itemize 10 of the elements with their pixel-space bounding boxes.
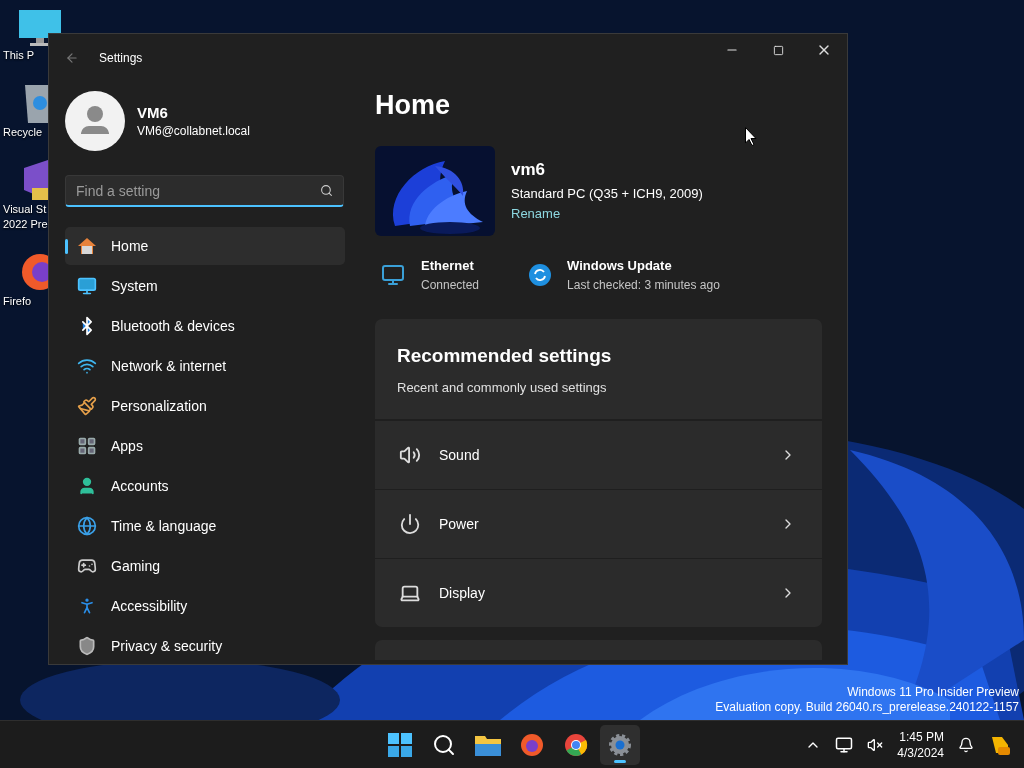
bell-icon[interactable]: [958, 736, 974, 753]
gear-icon: [608, 733, 632, 757]
clock[interactable]: 1:45 PM 4/3/2024: [897, 728, 944, 761]
chrome-icon: [564, 733, 588, 757]
search-icon: [432, 733, 456, 757]
folder-icon: [475, 734, 501, 756]
firefox-icon: [520, 733, 544, 757]
network-icon[interactable]: [835, 735, 854, 754]
muted-speaker-icon[interactable]: [867, 736, 884, 753]
windows-logo-icon: [388, 733, 412, 757]
